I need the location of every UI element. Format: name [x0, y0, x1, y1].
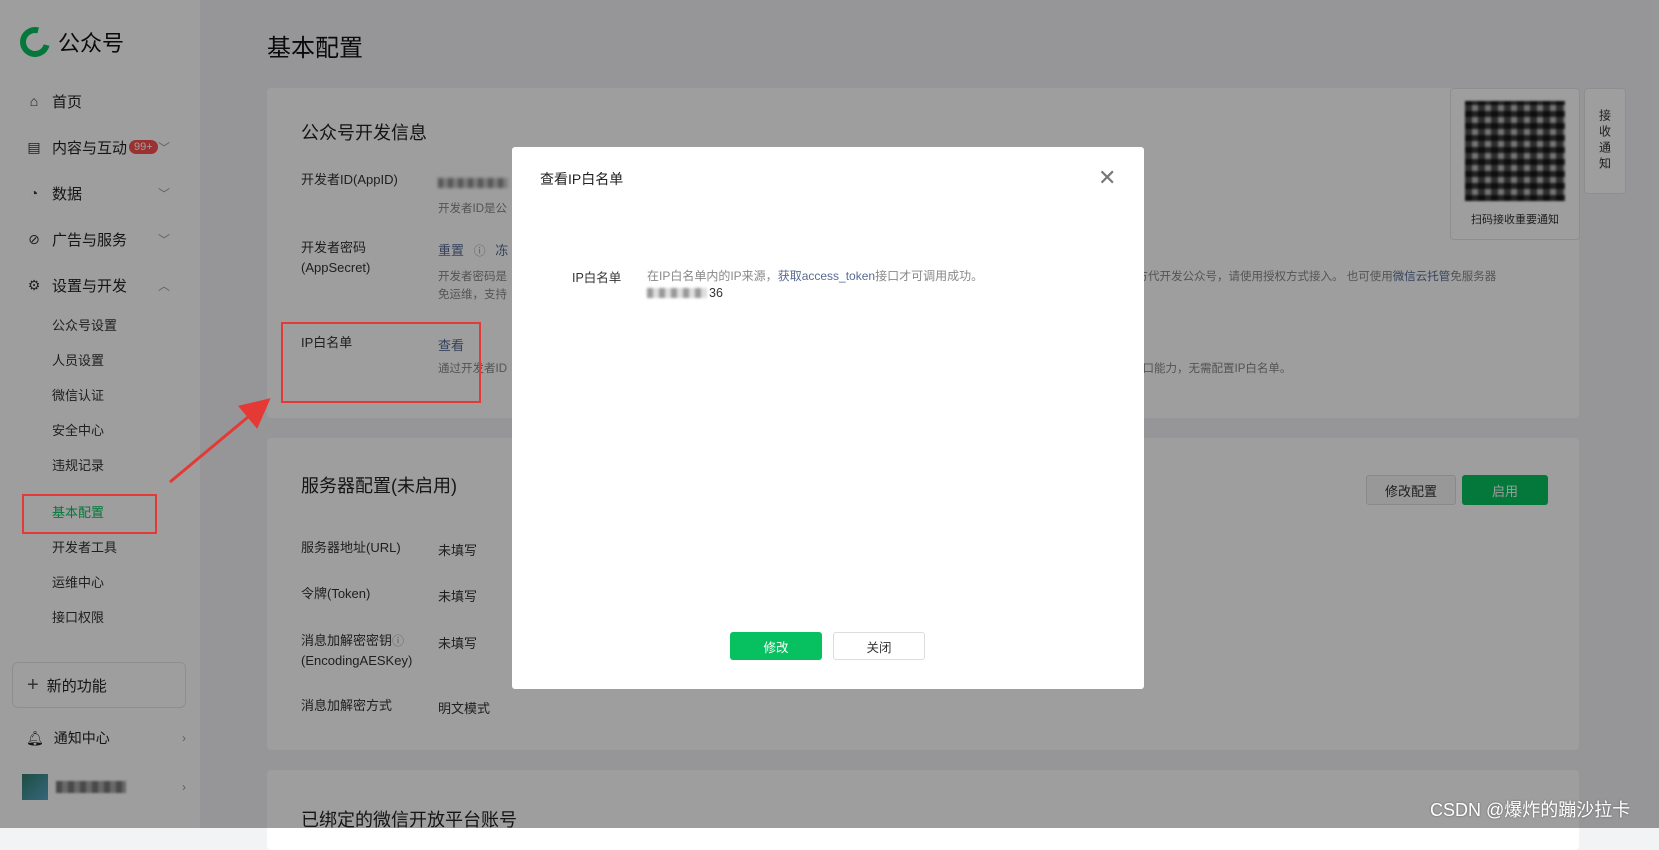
dialog-hint-suffix: 接口才可调用成功。 — [875, 269, 984, 283]
access-token-link[interactable]: 获取access_token — [778, 269, 875, 283]
watermark: CSDN @爆炸的蹦沙拉卡 — [1430, 800, 1631, 820]
whitelist-ip-entry: 36 — [647, 286, 723, 300]
dialog-close-button[interactable]: 关闭 — [833, 632, 925, 660]
close-icon[interactable]: ✕ — [1098, 167, 1116, 189]
annotation-arrow-line — [169, 398, 271, 484]
dialog-field-label: IP白名单 — [572, 271, 622, 285]
dialog-modify-button[interactable]: 修改 — [730, 632, 822, 660]
ip-whitelist-dialog: 查看IP白名单 ✕ IP白名单 在IP白名单内的IP来源，获取access_to… — [512, 147, 1144, 689]
ip-redacted — [647, 288, 707, 298]
ip-visible-suffix: 36 — [709, 286, 723, 300]
dialog-hint: 在IP白名单内的IP来源，获取access_token接口才可调用成功。 — [647, 267, 983, 284]
dialog-hint-prefix: 在IP白名单内的IP来源， — [647, 269, 778, 283]
dialog-title: 查看IP白名单 — [540, 171, 624, 187]
